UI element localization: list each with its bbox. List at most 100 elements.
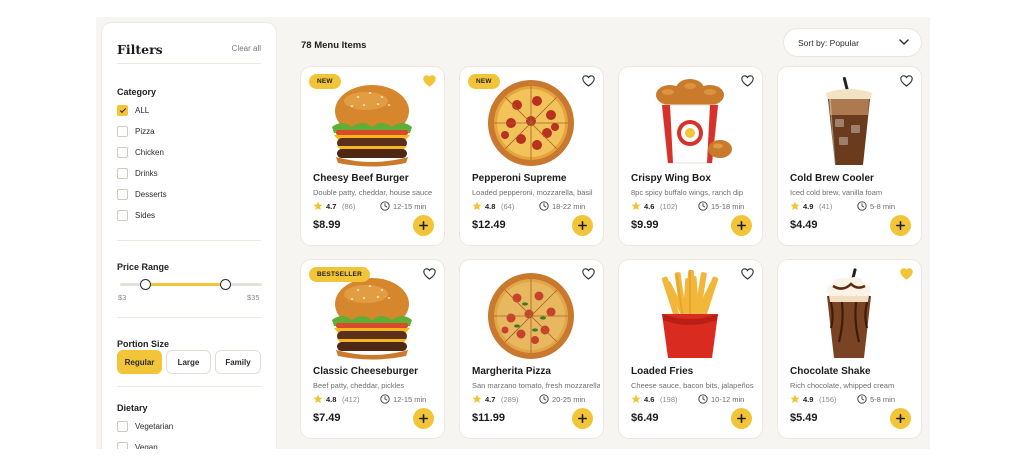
filter-option-label: Drinks xyxy=(135,168,158,178)
add-to-cart-button[interactable] xyxy=(890,215,911,236)
item-description: Rich chocolate, whipped cream xyxy=(790,381,895,390)
portion-large-button[interactable]: Large xyxy=(166,350,211,374)
item-name: Crispy Wing Box xyxy=(631,173,711,184)
item-prep-time: 5-8 min xyxy=(870,202,896,211)
clear-all-button[interactable]: Clear all xyxy=(232,44,261,53)
checkbox[interactable] xyxy=(117,125,128,137)
clock-icon xyxy=(857,394,867,404)
add-to-cart-button[interactable] xyxy=(413,408,434,429)
food-image-shake xyxy=(827,268,871,358)
clock-icon xyxy=(698,201,708,211)
item-rating: 4.7 xyxy=(485,395,496,404)
filter-option-sides[interactable]: Sides xyxy=(117,208,155,222)
item-meta: 4.8 (412) 12-15 min xyxy=(313,394,433,405)
food-image-burger xyxy=(332,85,412,167)
filter-option-pizza[interactable]: Pizza xyxy=(117,124,155,138)
item-name: Classic Cheeseburger xyxy=(313,366,419,377)
plus-icon xyxy=(896,221,905,230)
filter-option-label: Desserts xyxy=(135,189,167,199)
add-to-cart-button[interactable] xyxy=(572,408,593,429)
item-description: 8pc spicy buffalo wings, ranch dip xyxy=(631,188,744,197)
menu-item-card[interactable]: Margherita Pizza San marzano tomato, fres… xyxy=(460,260,603,438)
plus-icon xyxy=(419,221,428,230)
portion-family-button[interactable]: Family xyxy=(215,350,261,374)
item-review-count: (41) xyxy=(819,202,833,211)
add-to-cart-button[interactable] xyxy=(731,215,752,236)
star-icon xyxy=(313,201,323,210)
add-to-cart-button[interactable] xyxy=(731,408,752,429)
heart-icon[interactable] xyxy=(423,268,436,280)
item-prep-time: 12-15 min xyxy=(393,395,427,404)
plus-icon xyxy=(419,414,428,423)
heart-icon[interactable] xyxy=(582,268,595,280)
checkbox[interactable] xyxy=(117,146,128,158)
menu-item-card[interactable]: NEW Cheesy Beef Burger Double patty, chedd… xyxy=(301,67,444,245)
item-description: San marzano tomato, fresh mozzarella xyxy=(472,381,600,390)
item-meta: 4.9 (41) 5-8 min xyxy=(790,201,910,212)
menu-item-card[interactable]: Cold Brew Cooler Iced cold brew, vanilla … xyxy=(778,67,921,245)
heart-icon[interactable] xyxy=(900,268,913,280)
add-to-cart-button[interactable] xyxy=(572,215,593,236)
plus-icon xyxy=(896,414,905,423)
checkbox[interactable] xyxy=(117,104,128,116)
item-rating: 4.8 xyxy=(326,395,337,404)
item-price: $11.99 xyxy=(472,412,506,424)
item-price: $4.49 xyxy=(790,219,818,231)
checkbox[interactable] xyxy=(117,441,128,449)
item-rating: 4.9 xyxy=(803,202,814,211)
item-description: Cheese sauce, bacon bits, jalapeños xyxy=(631,381,754,390)
heart-icon[interactable] xyxy=(582,75,595,87)
chevron-down-icon xyxy=(899,39,909,45)
item-meta: 4.9 (156) 5-8 min xyxy=(790,394,910,405)
clock-icon xyxy=(380,201,390,211)
filter-option-chicken[interactable]: Chicken xyxy=(117,145,164,159)
menu-item-card[interactable]: BESTSELLER Classic Cheeseburger Beef patty… xyxy=(301,260,444,438)
filter-option-desserts[interactable]: Desserts xyxy=(117,187,167,201)
price-min-handle[interactable] xyxy=(140,279,152,290)
price-range-slider[interactable] xyxy=(120,279,262,290)
item-meta: 4.7 (86) 12-15 min xyxy=(313,201,433,212)
checkbox[interactable] xyxy=(117,188,128,200)
filter-option-all[interactable]: ALL xyxy=(117,103,149,117)
heart-icon[interactable] xyxy=(423,75,436,87)
filter-option-vegan[interactable]: Vegan xyxy=(117,440,158,449)
heart-icon[interactable] xyxy=(900,75,913,87)
checkbox[interactable] xyxy=(117,420,128,432)
menu-item-card[interactable]: Crispy Wing Box 8pc spicy buffalo wings, … xyxy=(619,67,762,245)
heart-icon[interactable] xyxy=(741,75,754,87)
filter-option-drinks[interactable]: Drinks xyxy=(117,166,158,180)
item-rating: 4.8 xyxy=(485,202,496,211)
item-review-count: (156) xyxy=(819,395,837,404)
food-image-coffee xyxy=(826,77,872,166)
sort-label: Sort by: Popular xyxy=(798,37,859,48)
item-badge: BESTSELLER xyxy=(309,267,370,282)
menu-page: Filters Clear all Category ALL Pizza Chick… xyxy=(96,17,930,449)
add-to-cart-button[interactable] xyxy=(890,408,911,429)
checkbox[interactable] xyxy=(117,167,128,179)
food-image-pizza xyxy=(488,273,574,359)
add-to-cart-button[interactable] xyxy=(413,215,434,236)
plus-icon xyxy=(578,414,587,423)
filters-sidebar: Filters Clear all Category ALL Pizza Chick… xyxy=(102,23,276,449)
plus-icon xyxy=(737,221,746,230)
price-max-handle[interactable] xyxy=(219,279,231,290)
filter-option-vegetarian[interactable]: Vegetarian xyxy=(117,419,173,433)
food-image-chicken xyxy=(656,79,732,164)
heart-icon[interactable] xyxy=(741,268,754,280)
menu-item-card[interactable]: Loaded Fries Cheese sauce, bacon bits, ja… xyxy=(619,260,762,438)
item-name: Chocolate Shake xyxy=(790,366,871,377)
checkbox[interactable] xyxy=(117,209,128,221)
sort-dropdown[interactable]: Sort by: Popular xyxy=(784,29,921,56)
portion-regular-button[interactable]: Regular xyxy=(117,350,162,374)
price-max-label: $35 xyxy=(247,293,260,302)
item-review-count: (198) xyxy=(660,395,678,404)
clock-icon xyxy=(539,201,549,211)
filter-option-label: Chicken xyxy=(135,147,164,157)
item-prep-time: 5-8 min xyxy=(870,395,896,404)
menu-item-card[interactable]: NEW Pepperoni Supreme Loaded pepperoni, mo… xyxy=(460,67,603,245)
menu-item-card[interactable]: Chocolate Shake Rich chocolate, whipped c… xyxy=(778,260,921,438)
star-icon xyxy=(631,394,641,403)
item-description: Iced cold brew, vanilla foam xyxy=(790,188,883,197)
item-rating: 4.6 xyxy=(644,395,655,404)
plus-icon xyxy=(737,414,746,423)
